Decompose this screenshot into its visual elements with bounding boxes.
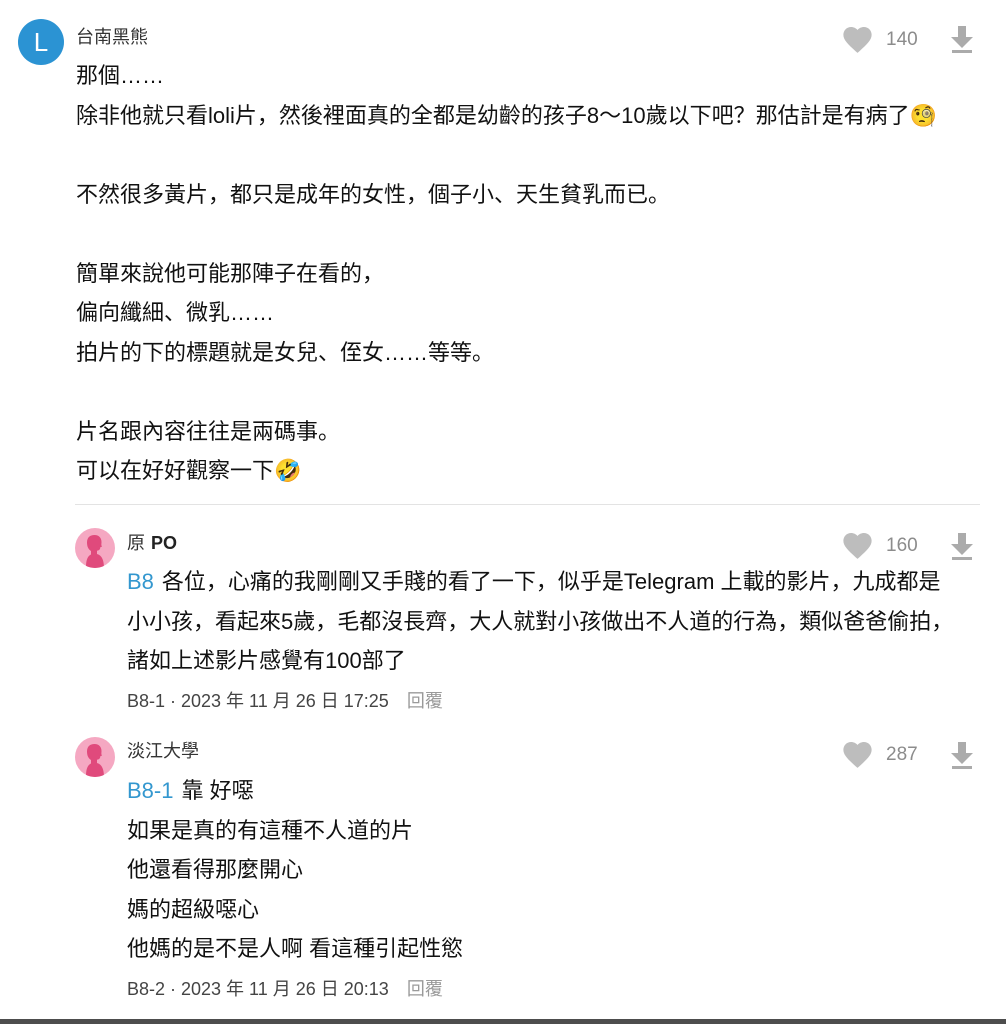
like-button[interactable]: 140: [843, 26, 918, 54]
down-arrow-icon: [951, 533, 973, 560]
dislike-button[interactable]: [949, 532, 975, 560]
reply-author[interactable]: 原 PO: [127, 533, 177, 553]
reply-author[interactable]: 淡江大學: [127, 741, 199, 761]
reply-body: B8-1 靠 好噁 如果是真的有這種不人道的片 他還看得那麼開心 媽的超級噁心 他…: [127, 771, 997, 969]
reply-link[interactable]: 回覆: [407, 979, 443, 999]
like-count: 140: [886, 29, 918, 50]
paragraph: 那個…… 除非他就只看loli片，然後裡面真的全都是幼齡的孩子8～10歲以下吧？…: [76, 56, 1001, 135]
reply-line: B8-1 靠 好噁: [127, 771, 997, 811]
heart-icon: [843, 742, 872, 768]
reply-line: 媽的超級噁心: [127, 896, 260, 922]
floor-and-timestamp: B8-1 · 2023 年 11 月 26 日 17:25: [127, 691, 389, 711]
comment-author[interactable]: 台南黑熊: [76, 27, 148, 47]
heart-icon: [843, 27, 872, 53]
comment-line: 除非他就只看loli片，然後裡面真的全都是幼齡的孩子8～10歲以下吧？那估計是有…: [76, 102, 937, 128]
comment-line: 那個……: [76, 63, 165, 88]
reply-text: 各位，心痛的我剛剛又手賤的看了一下，似乎是Telegram 上載的影片，九成都是: [161, 569, 941, 594]
comment-line: 不然很多黃片，都只是成年的女性，個子小、天生貧乳而已。: [76, 181, 671, 207]
reply-line: 諸如上述影片感覺有100部了: [127, 648, 406, 673]
like-button[interactable]: 287: [843, 741, 918, 769]
reply-avatar[interactable]: [75, 528, 115, 573]
like-count: 160: [886, 535, 918, 556]
author-name: 原: [127, 533, 145, 553]
reply-body: B8 各位，心痛的我剛剛又手賤的看了一下，似乎是Telegram 上載的影片，九成…: [127, 562, 997, 681]
reply-text: 靠 好噁: [181, 778, 254, 803]
paragraph: 不然很多黃片，都只是成年的女性，個子小、天生貧乳而已。: [76, 175, 1001, 215]
floor-mention-link[interactable]: B8-1: [127, 778, 173, 803]
comment-line: 拍片的下的標題就是女兒、侄女……等等。: [76, 339, 495, 365]
comment-line: 可以在好好觀察一下🤣: [76, 458, 302, 483]
female-silhouette-icon: [75, 737, 115, 777]
dislike-button[interactable]: [949, 25, 975, 53]
dislike-button[interactable]: [949, 741, 975, 769]
like-count: 287: [886, 744, 918, 765]
reply-line: 如果是真的有這種不人道的片: [127, 817, 414, 843]
op-badge: PO: [151, 533, 178, 553]
reply-line: B8 各位，心痛的我剛剛又手賤的看了一下，似乎是Telegram 上載的影片，九成…: [127, 562, 997, 602]
like-button[interactable]: 160: [843, 532, 918, 560]
avatar[interactable]: L: [18, 19, 64, 65]
reply-meta: B8-1 · 2023 年 11 月 26 日 17:25 回覆: [127, 691, 443, 711]
reply-line: 小小孩，看起來5歲，毛都沒長齊，大人就對小孩做出不人道的行為，類似爸爸偷拍，: [127, 608, 954, 634]
floor-and-timestamp: B8-2 · 2023 年 11 月 26 日 20:13: [127, 979, 389, 999]
reply-line: 他媽的是不是人啊 看這種引起性慾: [127, 936, 464, 961]
female-silhouette-icon: [75, 528, 115, 568]
down-arrow-icon: [951, 742, 973, 769]
comment-line: 簡單來說他可能那陣子在看的，: [76, 260, 385, 286]
paragraph: 簡單來說他可能那陣子在看的， 偏向纖細、微乳…… 拍片的下的標題就是女兒、侄女……: [76, 254, 1001, 373]
heart-icon: [843, 533, 872, 559]
reply-meta: B8-2 · 2023 年 11 月 26 日 20:13 回覆: [127, 979, 443, 999]
comment-body: 那個…… 除非他就只看loli片，然後裡面真的全都是幼齡的孩子8～10歲以下吧？…: [76, 56, 1001, 491]
paragraph: 片名跟內容往往是兩碼事。 可以在好好觀察一下🤣: [76, 412, 1001, 491]
divider: [75, 504, 980, 505]
reply-avatar[interactable]: [75, 737, 115, 782]
bottom-bar: [0, 1019, 1006, 1024]
comment-line: 片名跟內容往往是兩碼事。: [76, 418, 341, 444]
down-arrow-icon: [951, 26, 973, 53]
floor-mention-link[interactable]: B8: [127, 569, 154, 594]
reply-line: 他還看得那麼開心: [127, 857, 304, 882]
reply-link[interactable]: 回覆: [407, 691, 443, 711]
comment-line: 偏向纖細、微乳……: [76, 300, 275, 325]
